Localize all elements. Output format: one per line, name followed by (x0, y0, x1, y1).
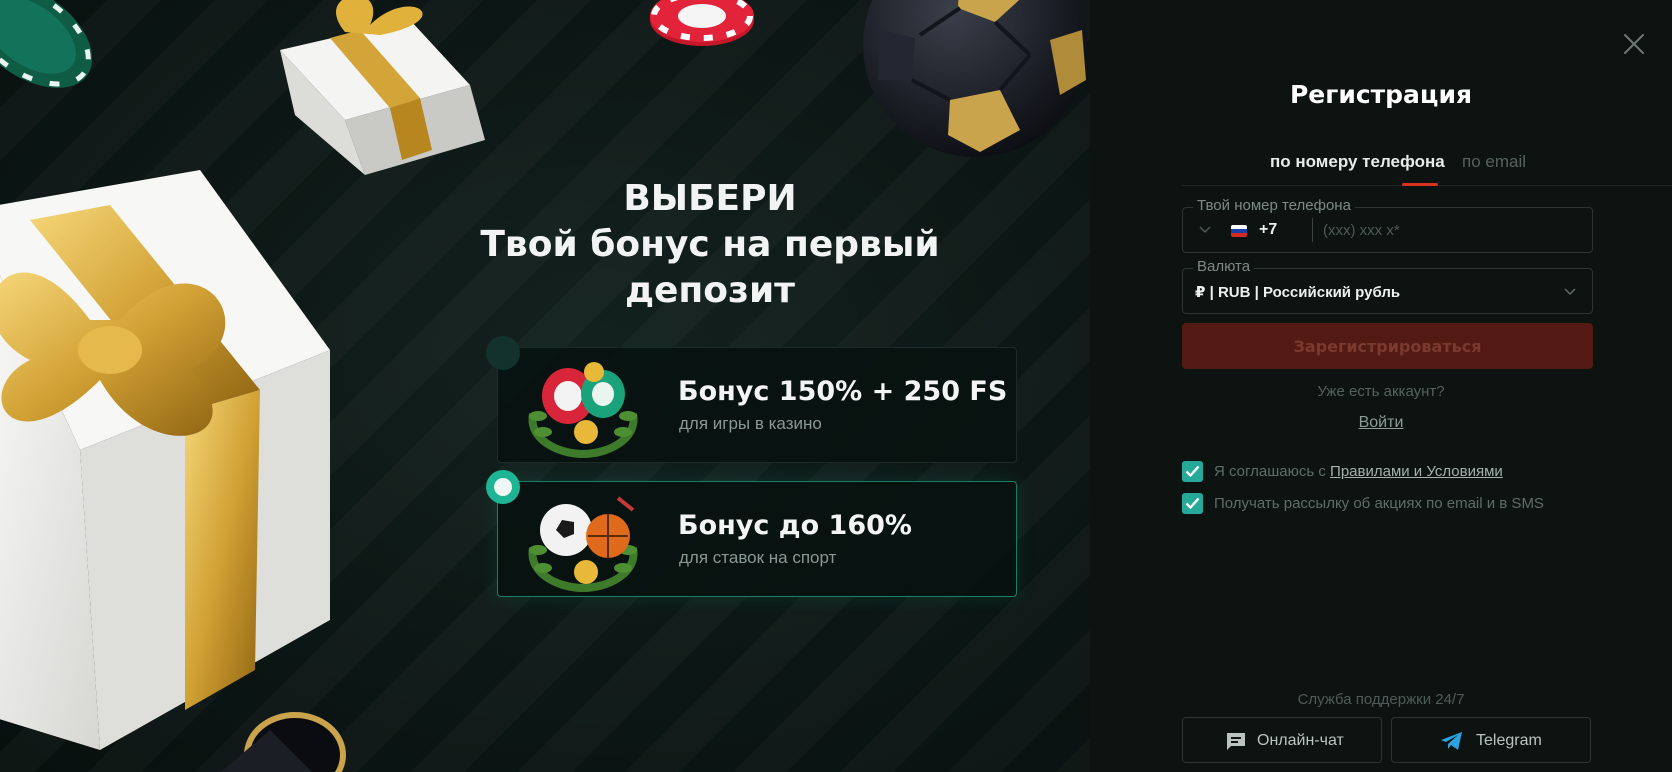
login-link-row: Войти (1090, 414, 1672, 432)
currency-select[interactable]: Валюта ₽ | RUB | Российский рубль (1182, 258, 1593, 314)
phone-field: Твой номер телефона +7 (1182, 197, 1593, 253)
terms-link[interactable]: Правилами и Условиями (1330, 463, 1503, 480)
telegram-icon (1441, 732, 1462, 750)
telegram-button[interactable]: Telegram (1391, 717, 1591, 763)
registration-panel: Регистрация по номеру телефона по email … (1090, 0, 1672, 772)
gift-box-icon (0, 170, 330, 750)
bonus-radio[interactable] (486, 336, 520, 370)
close-icon[interactable] (1622, 32, 1646, 56)
sports-balls-laurel-icon (528, 496, 638, 592)
chat-icon (1227, 733, 1245, 750)
divider (1312, 218, 1313, 242)
headline-line: Твой бонус на первый (480, 224, 940, 265)
terms-label: Я соглашаюсь с Правилами и Условиями (1214, 463, 1503, 480)
bonus-title: Бонус до 160% (678, 510, 912, 541)
terms-prefix: Я соглашаюсь с (1214, 463, 1326, 480)
casino-chip-icon (0, 0, 93, 88)
casino-chip-icon (650, 0, 754, 46)
bonus-option-sports[interactable]: Бонус до 160% для ставок на спорт (486, 470, 1017, 597)
register-button[interactable]: Зарегистрироваться (1182, 323, 1593, 369)
casino-chips-laurel-icon (528, 362, 638, 458)
currency-value: ₽ | RUB | Российский рубль (1195, 284, 1401, 301)
have-account-text: Уже есть аккаунт? (1317, 383, 1445, 400)
terms-checkbox[interactable] (1182, 461, 1203, 482)
support-label: Служба поддержки 24/7 (1297, 691, 1465, 708)
russia-flag-icon[interactable] (1231, 225, 1247, 237)
headline-line: ВЫБЕРИ (623, 178, 797, 219)
phone-field-label: Твой номер телефона (1193, 197, 1355, 214)
bonus-option-casino[interactable]: Бонус 150% + 250 FS для игры в казино (486, 336, 1017, 463)
online-chat-button[interactable]: Онлайн-чат (1182, 717, 1382, 763)
country-code: +7 (1259, 221, 1278, 238)
active-tab-indicator (1402, 183, 1438, 186)
bonus-radio[interactable] (486, 470, 520, 504)
promo-headline: ВЫБЕРИ Твой бонус на первый депозит (440, 176, 980, 314)
bonus-subtitle: для игры в казино (679, 414, 822, 433)
bonus-title: Бонус 150% + 250 FS (678, 376, 1008, 407)
phone-input[interactable] (1323, 217, 1573, 243)
checkmark-icon (1185, 465, 1200, 478)
soccer-ball-icon (863, 0, 1087, 157)
tab-email[interactable]: по email (1462, 152, 1526, 172)
newsletter-checkbox[interactable] (1182, 493, 1203, 514)
tab-phone[interactable]: по номеру телефона (1270, 152, 1445, 172)
registration-tabs: по номеру телефона по email (1182, 150, 1672, 186)
headline-line: депозит (624, 270, 796, 311)
currency-field-label: Валюта (1193, 258, 1255, 275)
promo-panel: ВЫБЕРИ Твой бонус на первый депозит Бону… (0, 0, 1090, 772)
chat-button-label: Онлайн-чат (1257, 732, 1344, 749)
login-link[interactable]: Войти (1359, 414, 1404, 431)
horn-icon (221, 712, 346, 772)
checkmark-icon (1185, 497, 1200, 510)
bonus-subtitle: для ставок на спорт (679, 548, 837, 567)
newsletter-label: Получать рассылку об акциях по email и в… (1214, 495, 1544, 512)
registration-title: Регистрация (1289, 80, 1473, 109)
chevron-down-icon[interactable] (1199, 226, 1211, 234)
telegram-button-label: Telegram (1476, 732, 1542, 749)
chevron-down-icon[interactable] (1564, 288, 1576, 296)
